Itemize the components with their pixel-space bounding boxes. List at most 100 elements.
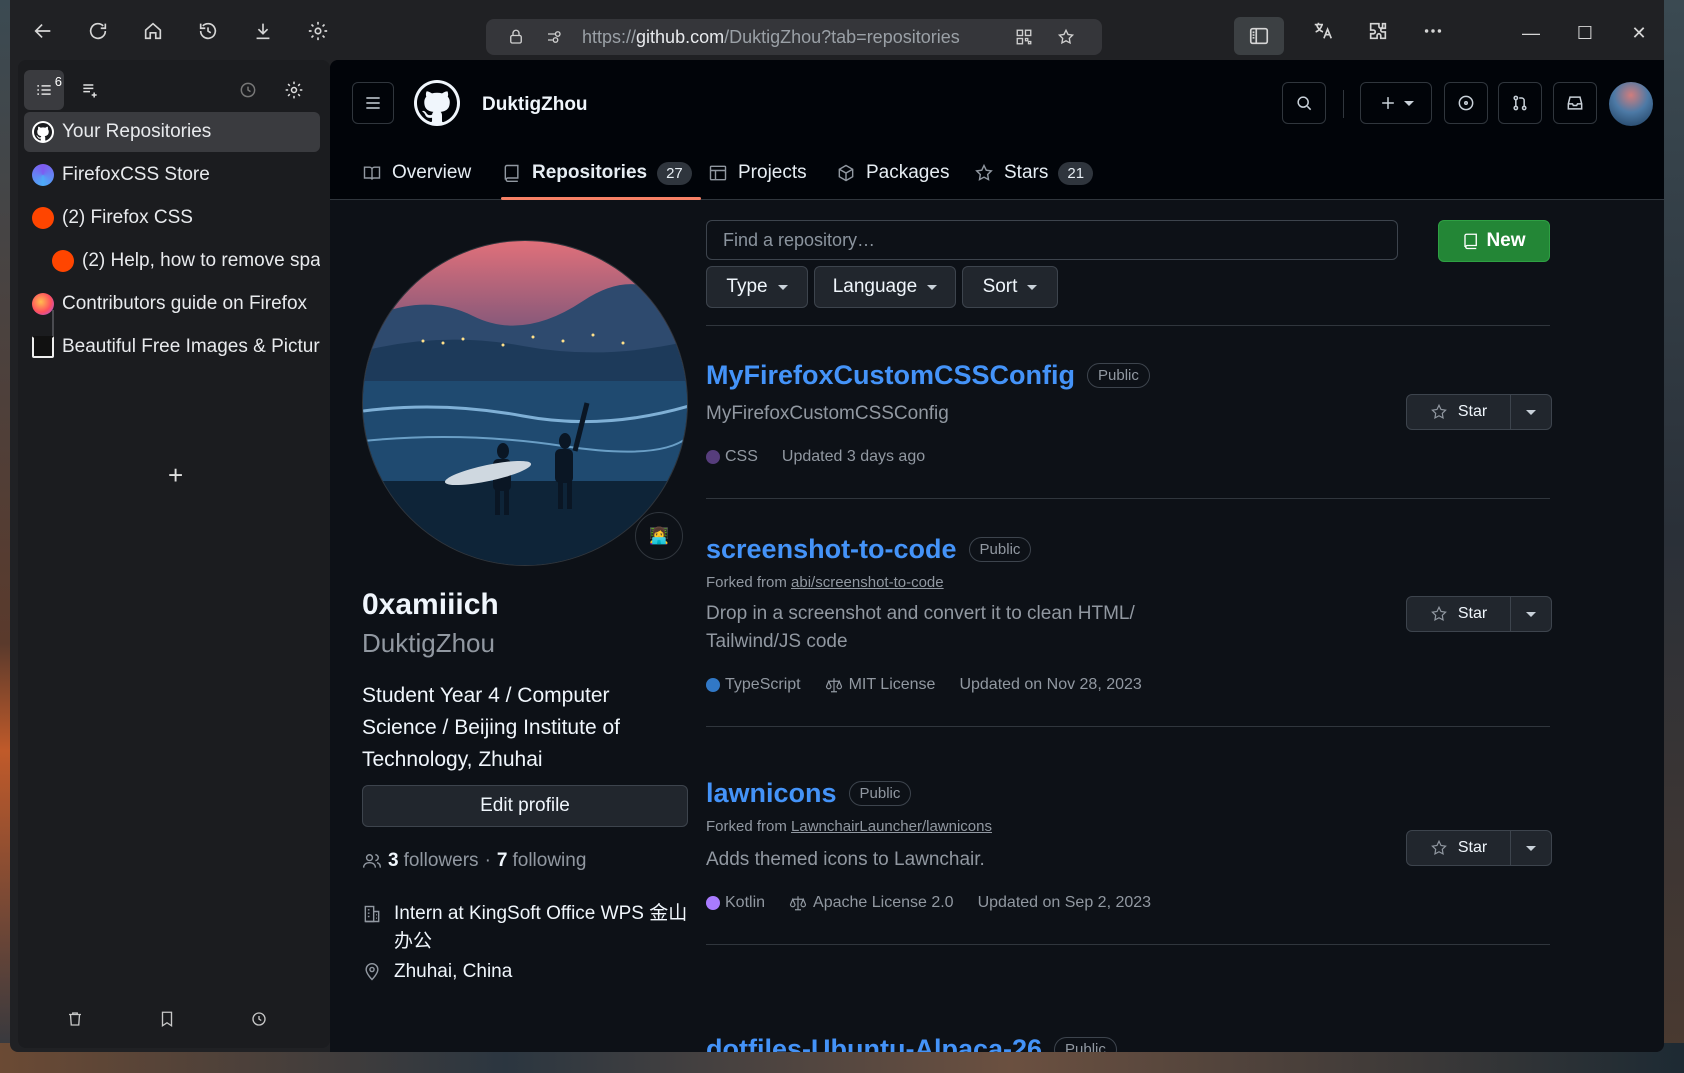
following-link[interactable]: 7 following [497,850,587,872]
downloads-icon[interactable] [246,14,280,48]
star-button[interactable]: Star [1407,395,1511,429]
vertical-tabs-icon[interactable]: 6 [24,70,64,110]
bookmark-star-icon[interactable] [1054,25,1078,49]
list-divider [706,325,1550,326]
bookmark-icon[interactable] [152,1004,182,1034]
star-label: Star [1457,839,1488,856]
sidebar-tab-contributors-guide[interactable]: Contributors guide on Firefox [24,284,320,324]
followers-link[interactable]: 3 followers [388,850,479,872]
header-username[interactable]: DuktigZhou [482,94,588,116]
tab-overview[interactable]: Overview [362,148,471,198]
star-button-group: Star [1406,830,1552,866]
more-menu-icon[interactable] [1416,14,1450,48]
forked-from-link[interactable]: LawnchairLauncher/lawnicons [791,818,992,835]
forked-from-link[interactable]: abi/screenshot-to-code [791,574,944,591]
extensions-icon[interactable] [1361,14,1395,48]
sort-dropdown[interactable]: Sort [962,266,1058,308]
new-tab-list-icon[interactable] [70,70,110,110]
new-repository-button[interactable]: New [1438,220,1550,262]
back-icon[interactable] [26,14,60,48]
inbox-icon[interactable] [1553,82,1597,124]
new-tab-plus-icon[interactable]: + [168,460,183,491]
tab-projects[interactable]: Projects [708,148,807,198]
star-label: Star [1457,403,1488,420]
repo-name-link[interactable]: lawnicons [706,778,837,809]
github-logo-icon[interactable] [414,80,460,126]
lock-icon[interactable] [504,25,528,49]
repo-name-link[interactable]: dotfiles-Ubuntu-Alpaca-26 [706,1034,1042,1052]
star-button[interactable]: Star [1407,831,1511,865]
unsplash-icon [32,336,54,358]
repo-updated: Updated 3 days ago [781,448,926,465]
star-icon [975,163,993,181]
header-divider [1343,90,1344,118]
visibility-badge: Public [1054,1037,1117,1052]
sidebar-tab-unsplash[interactable]: Beautiful Free Images & Pictur [24,327,320,367]
repo-icon [504,164,519,183]
repo-updated: Updated on Nov 28, 2023 [959,676,1142,693]
search-icon[interactable] [1282,82,1326,124]
status-emoji-icon[interactable]: 👩‍💻 [635,512,683,560]
location-text: Zhuhai, China [394,961,513,982]
caret-down-icon [777,284,788,290]
repo-meta: TypeScript MIT License Updated on Nov 28… [706,676,1142,694]
edit-profile-button[interactable]: Edit profile [362,785,688,827]
url-bar[interactable]: https://github.com/DuktigZhou?tab=reposi… [486,19,1102,55]
sidebar-tab-help-remove[interactable]: (2) Help, how to remove spa [44,241,320,281]
profile-bio: Student Year 4 / Computer Science / Beij… [362,684,620,771]
repo-license[interactable]: Apache License 2.0 [789,894,954,912]
repo-description: MyFirefoxCustomCSSConfig [706,403,949,424]
tab-packages[interactable]: Packages [836,148,949,198]
maximize-icon[interactable]: ☐ [1570,18,1600,48]
create-new-dropdown[interactable] [1360,82,1432,124]
law-icon [789,896,807,911]
minimize-icon[interactable]: — [1516,18,1546,48]
settings-icon[interactable] [301,14,335,48]
find-repository-input[interactable] [706,220,1398,260]
close-icon[interactable]: ✕ [1624,18,1654,48]
star-list-dropdown[interactable] [1511,831,1551,865]
language-color-dot [706,896,720,910]
caret-down-icon [1404,100,1414,106]
sidebar-toggle-icon[interactable] [1234,17,1284,55]
sidebar-settings-icon[interactable] [274,70,314,110]
star-button[interactable]: Star [1407,597,1511,631]
repo-icon [1464,233,1478,250]
type-filter-dropdown[interactable]: Type [706,266,808,308]
star-list-dropdown[interactable] [1511,597,1551,631]
star-list-dropdown[interactable] [1511,395,1551,429]
language-filter-dropdown[interactable]: Language [814,266,956,308]
stars-count-badge: 21 [1058,161,1094,185]
hamburger-menu-icon[interactable] [352,82,394,124]
translate-icon[interactable] [1306,14,1340,48]
company-text: Intern at KingSoft Office WPS 金山办公 [394,903,688,952]
history-icon[interactable] [191,14,225,48]
qr-code-icon[interactable] [1012,25,1036,49]
repo-name-link[interactable]: screenshot-to-code [706,534,957,565]
sidebar-tab-firefox-css[interactable]: (2) Firefox CSS [24,198,320,238]
trash-icon[interactable] [60,1004,90,1034]
caret-down-icon [1027,284,1038,290]
sidebar-history-icon[interactable] [228,70,268,110]
repo-license[interactable]: MIT License [825,676,935,694]
reload-icon[interactable] [81,14,115,48]
avatar[interactable] [1609,82,1653,126]
url-text[interactable]: https://github.com/DuktigZhou?tab=reposi… [582,27,960,48]
profile-picture[interactable] [362,240,688,566]
sidebar-tab-firefoxcss-store[interactable]: FirefoxCSS Store [24,155,320,195]
sidebar-tab-your-repositories[interactable]: Your Repositories [24,112,320,152]
permissions-icon[interactable] [542,25,566,49]
repo-name-link[interactable]: MyFirefoxCustomCSSConfig [706,360,1075,391]
tab-label: (2) Help, how to remove spa [82,250,320,271]
tab-stars[interactable]: Stars 21 [974,148,1094,198]
home-icon[interactable] [136,14,170,48]
issues-icon[interactable] [1444,82,1488,124]
caret-down-icon [1526,845,1536,851]
tab-label: FirefoxCSS Store [62,164,210,185]
pull-requests-icon[interactable] [1498,82,1542,124]
firefoxcss-store-icon [32,164,54,186]
table-icon [709,165,727,181]
github-header: DuktigZhou Overview Repositories 27 Proj… [330,60,1664,200]
tab-repositories[interactable]: Repositories 27 [502,148,692,198]
recent-icon[interactable] [244,1004,274,1034]
